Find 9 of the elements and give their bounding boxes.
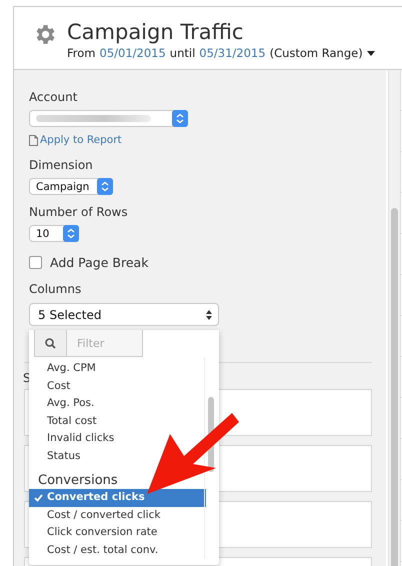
range-middle: until <box>170 46 196 60</box>
columns-label: Columns <box>29 282 82 297</box>
account-label: Account <box>29 90 78 105</box>
dimension-label: Dimension <box>29 158 94 173</box>
report-title: Campaign Traffic <box>67 20 244 44</box>
range-prefix: From <box>67 46 96 60</box>
page-break-label: Add Page Break <box>50 255 148 270</box>
group-heading: Conversions <box>37 472 119 489</box>
rows-label: Number of Rows <box>29 205 129 220</box>
